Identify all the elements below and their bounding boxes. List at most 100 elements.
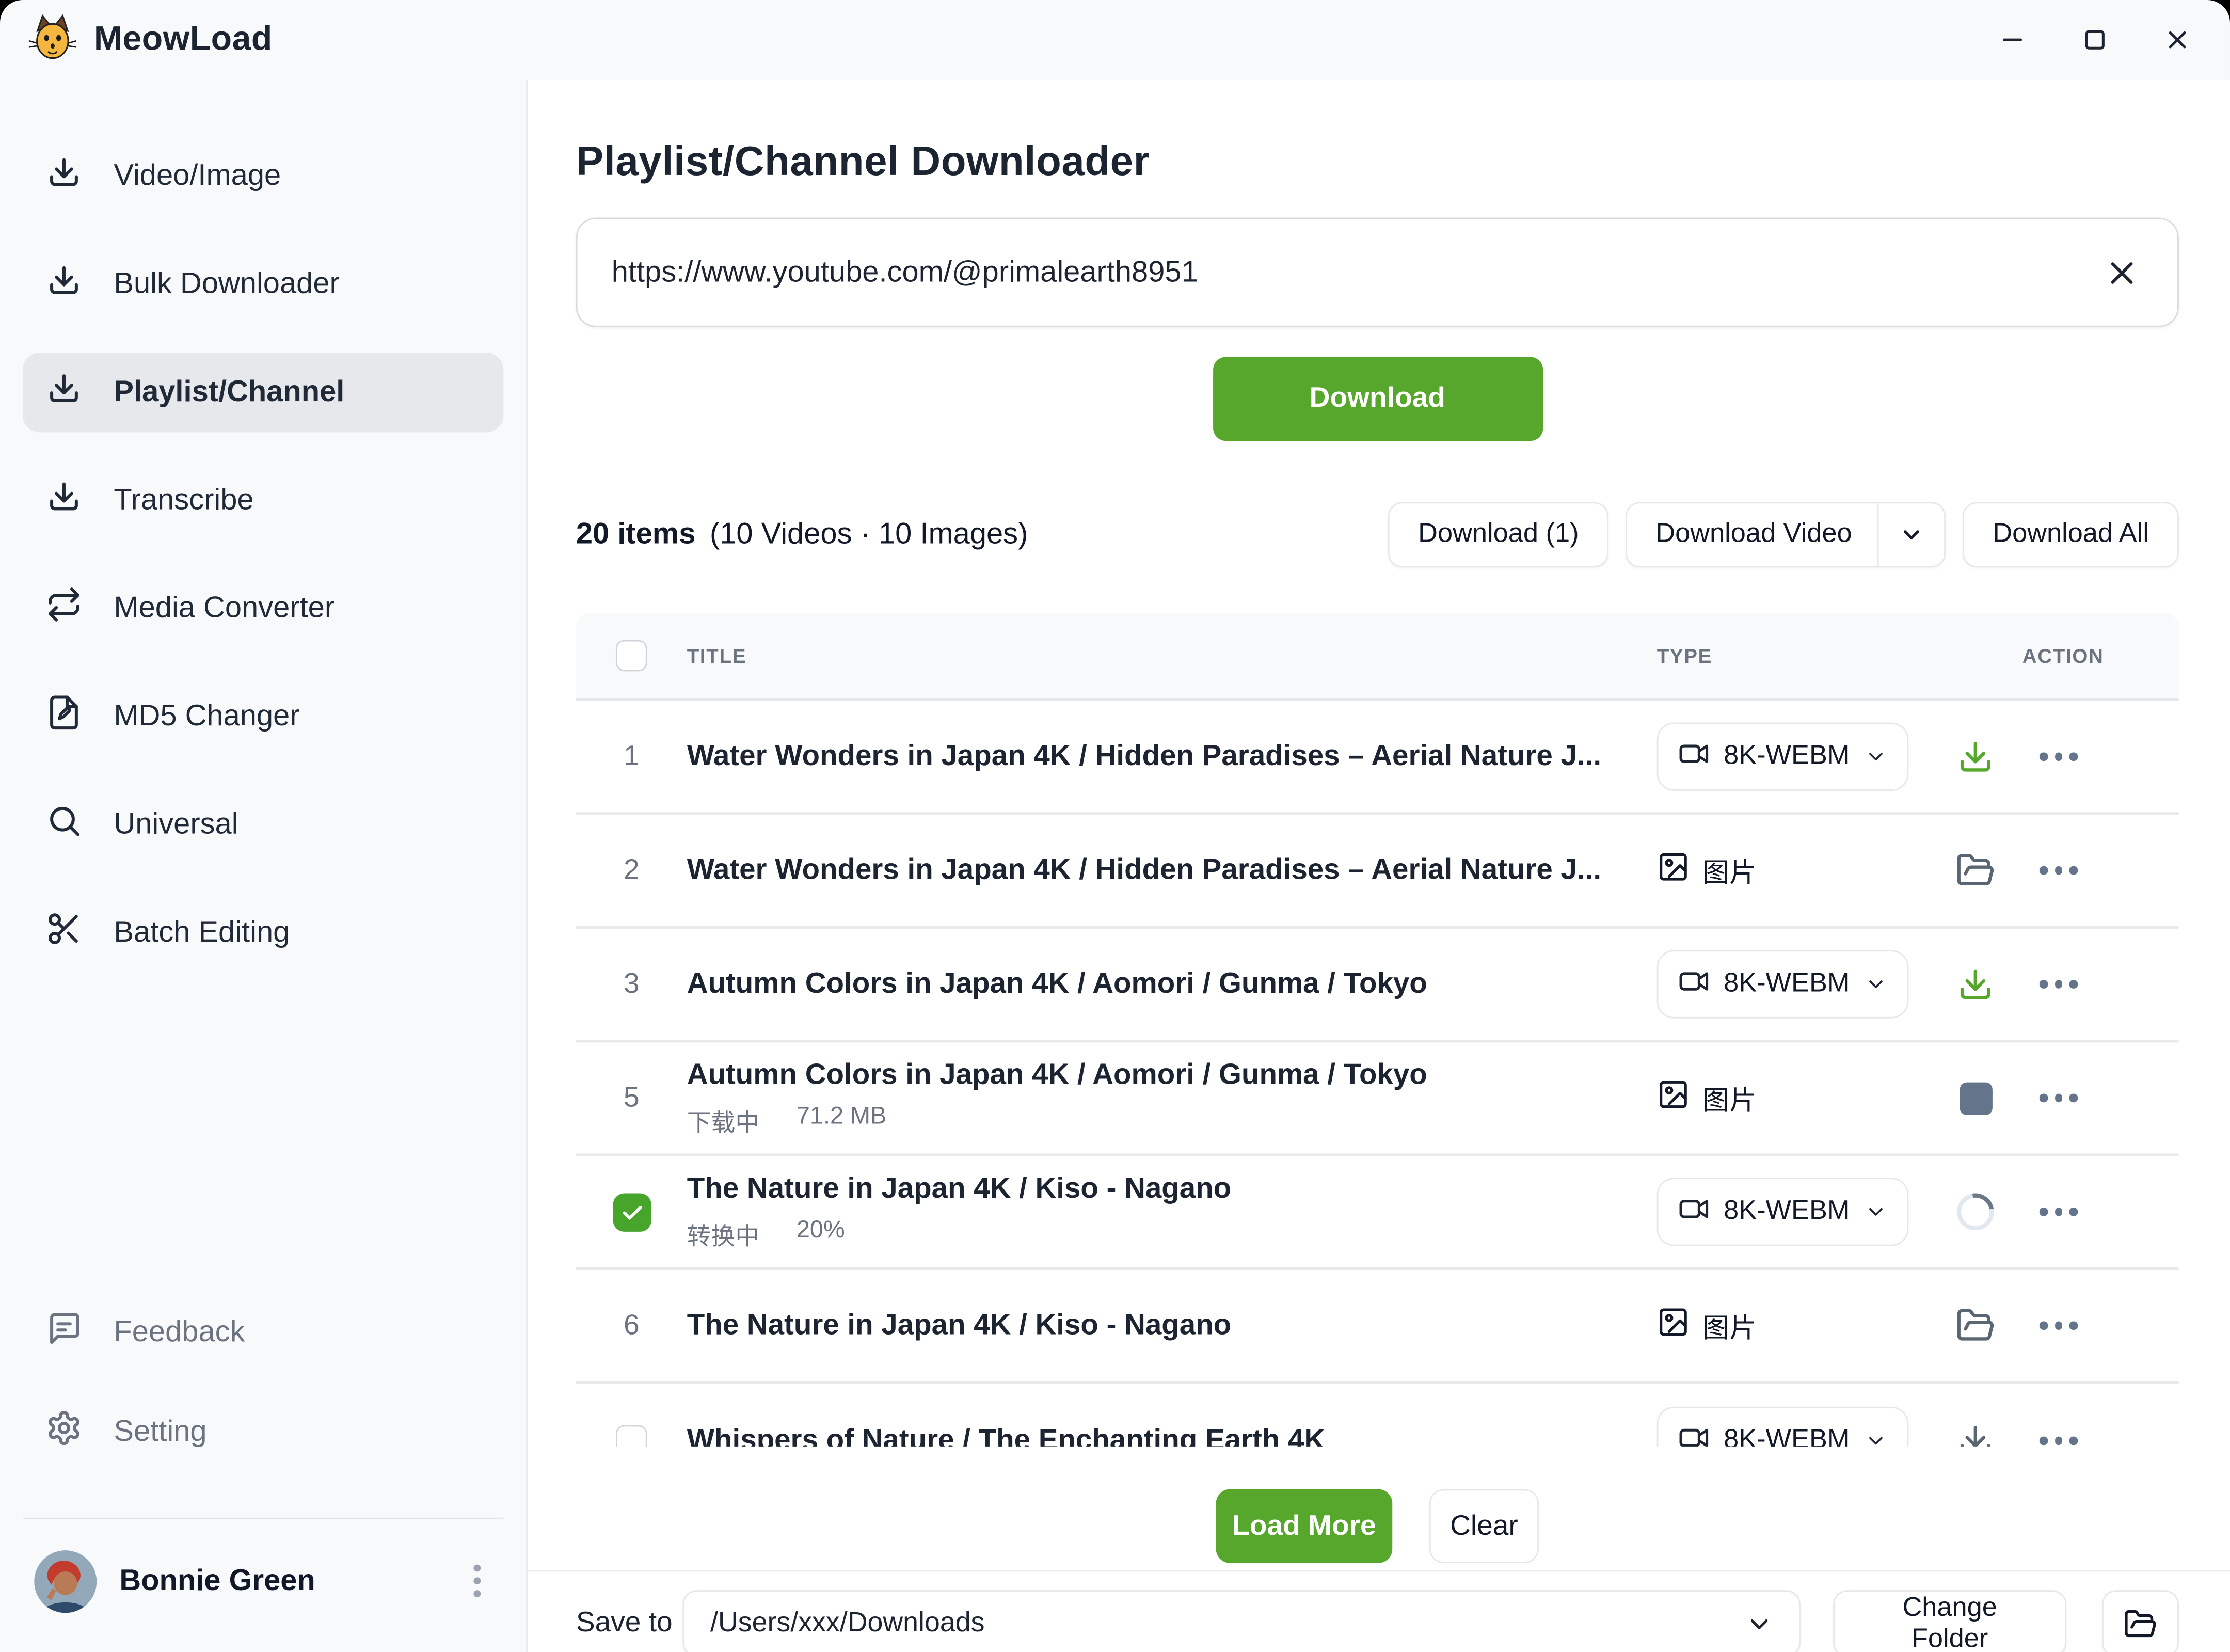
download-all-button[interactable]: Download All xyxy=(1963,502,2178,568)
image-type: 图片 xyxy=(1657,1078,1757,1118)
sidebar-item-universal[interactable]: Universal xyxy=(23,785,503,865)
row-number: 5 xyxy=(624,1082,640,1114)
table-header: TITLE TYPE ACTION xyxy=(576,613,2179,701)
chevron-down-icon xyxy=(1864,973,1887,995)
sidebar-item-label: Playlist/Channel xyxy=(114,375,344,409)
image-type: 图片 xyxy=(1657,851,1757,891)
sidebar-item-batch-editing[interactable]: Batch Editing xyxy=(23,893,503,973)
row-title: The Nature in Japan 4K / Kiso - Nagano xyxy=(687,1172,1640,1206)
gear-icon xyxy=(45,1409,83,1454)
change-folder-button[interactable]: Change Folder xyxy=(1834,1590,2066,1652)
clear-button[interactable]: Clear xyxy=(1429,1489,1539,1563)
maximize-icon[interactable] xyxy=(2079,24,2111,56)
download-button[interactable]: Download xyxy=(1213,357,1542,441)
video-camera-icon xyxy=(1678,965,1710,1003)
sidebar-item-video-image[interactable]: Video/Image xyxy=(23,136,503,216)
row-status: 转换中 xyxy=(687,1216,760,1252)
sidebar-item-setting[interactable]: Setting xyxy=(23,1392,503,1471)
more-options-icon[interactable] xyxy=(2040,1094,2077,1102)
format-select-badge[interactable]: 8K-WEBM xyxy=(1657,1407,1908,1447)
sidebar-item-label: Video/Image xyxy=(114,160,281,194)
save-path-select[interactable]: /Users/xxx/Downloads xyxy=(683,1590,1801,1652)
row-status-value: 71.2 MB xyxy=(797,1102,886,1138)
clear-url-icon[interactable] xyxy=(2100,251,2143,294)
sidebar-item-transcribe[interactable]: Transcribe xyxy=(23,461,503,541)
minimize-icon[interactable] xyxy=(1997,24,2028,56)
load-more-button[interactable]: Load More xyxy=(1216,1489,1393,1563)
sidebar-item-playlist-channel[interactable]: Playlist/Channel xyxy=(23,353,503,432)
close-icon[interactable] xyxy=(2162,24,2193,56)
open-folder-button[interactable] xyxy=(2101,1590,2178,1652)
sidebar-item-label: Media Converter xyxy=(114,592,334,626)
download-item-icon[interactable] xyxy=(1954,1420,1997,1447)
table-row: The Nature in Japan 4K / Kiso - Nagano 转换… xyxy=(576,1156,2179,1270)
column-type: TYPE xyxy=(1640,644,1932,667)
sidebar-item-bulk-downloader[interactable]: Bulk Downloader xyxy=(23,245,503,324)
avatar xyxy=(34,1550,97,1612)
chevron-down-icon xyxy=(1864,1200,1887,1223)
main-content: Playlist/Channel Downloader Download 20 … xyxy=(528,80,2230,1652)
items-breakdown: (10 Videos · 10 Images) xyxy=(710,518,1028,552)
stop-download-icon[interactable] xyxy=(1954,1077,1997,1120)
footer-divider xyxy=(528,1570,2230,1572)
more-options-icon[interactable] xyxy=(2040,867,2077,875)
download-video-label[interactable]: Download Video xyxy=(1627,519,1877,551)
row-title: Autumn Colors in Japan 4K / Aomori / Gun… xyxy=(687,1058,1640,1092)
more-options-icon[interactable] xyxy=(2040,980,2077,988)
sidebar-item-label: Setting xyxy=(114,1415,206,1449)
download-icon xyxy=(45,478,83,523)
type-label: 图片 xyxy=(1702,1307,1757,1345)
row-title: The Nature in Japan 4K / Kiso - Nagano xyxy=(687,1309,1640,1343)
save-to-row: Save to /Users/xxx/Downloads Change Fold… xyxy=(576,1590,2179,1652)
chevron-down-icon xyxy=(1864,745,1887,768)
row-checkbox[interactable] xyxy=(612,1193,650,1231)
open-folder-icon[interactable] xyxy=(1954,1304,1997,1347)
more-options-icon[interactable] xyxy=(2040,1322,2077,1329)
row-title: Water Wonders in Japan 4K / Hidden Parad… xyxy=(687,740,1640,774)
sidebar-item-label: Transcribe xyxy=(114,484,253,518)
format-label: 8K-WEBM xyxy=(1724,741,1850,772)
row-checkbox[interactable] xyxy=(616,1425,647,1447)
sidebar-item-md5-changer[interactable]: MD5 Changer xyxy=(23,677,503,756)
select-all-checkbox[interactable] xyxy=(616,640,647,672)
sidebar-item-label: Universal xyxy=(114,808,238,842)
image-type: 图片 xyxy=(1657,1306,1757,1345)
user-profile[interactable]: Bonnie Green xyxy=(23,1550,503,1627)
open-folder-icon[interactable] xyxy=(1954,849,1997,892)
row-number: 6 xyxy=(624,1309,640,1342)
titlebar: MeowLoad xyxy=(0,0,2230,80)
more-options-icon[interactable] xyxy=(2040,1437,2077,1444)
download-selected-button[interactable]: Download (1) xyxy=(1388,502,1608,568)
format-select-badge[interactable]: 8K-WEBM xyxy=(1657,1178,1908,1246)
table-row: Whispers of Nature / The Enchanting Eart… xyxy=(576,1384,2179,1447)
image-icon xyxy=(1657,1306,1690,1345)
download-item-icon[interactable] xyxy=(1954,735,1997,778)
app-brand: MeowLoad xyxy=(28,12,273,67)
url-input[interactable] xyxy=(612,256,2101,290)
download-icon xyxy=(45,262,83,307)
chevron-down-icon[interactable] xyxy=(1879,522,1945,548)
sidebar-divider xyxy=(23,1517,503,1518)
user-menu-kebab-icon[interactable] xyxy=(462,1559,492,1603)
more-options-icon[interactable] xyxy=(2040,1208,2077,1216)
row-title: Water Wonders in Japan 4K / Hidden Parad… xyxy=(687,853,1640,887)
sidebar: Video/Image Bulk Downloader Playlist/Chann… xyxy=(0,80,528,1652)
results-table: TITLE TYPE ACTION 1Water Wonders in Japa… xyxy=(576,613,2179,1446)
format-select-badge[interactable]: 8K-WEBM xyxy=(1657,723,1908,791)
row-number: 3 xyxy=(624,968,640,1000)
format-select-badge[interactable]: 8K-WEBM xyxy=(1657,950,1908,1018)
download-item-icon[interactable] xyxy=(1954,963,1997,1006)
download-icon xyxy=(45,154,83,199)
message-icon xyxy=(45,1309,83,1355)
toolbar: 20 items (10 Videos · 10 Images) Downloa… xyxy=(576,502,2179,568)
more-options-icon[interactable] xyxy=(2040,753,2077,760)
url-input-container xyxy=(576,218,2179,327)
sidebar-item-media-converter[interactable]: Media Converter xyxy=(23,569,503,648)
loading-spinner-icon xyxy=(1954,1190,1997,1233)
row-status-value: 20% xyxy=(797,1216,845,1252)
repeat-icon xyxy=(45,586,83,631)
row-status: 下载中 xyxy=(687,1102,760,1138)
download-video-split-button[interactable]: Download Video xyxy=(1626,502,1946,568)
items-count: 20 items xyxy=(576,518,696,552)
sidebar-item-feedback[interactable]: Feedback xyxy=(23,1292,503,1372)
